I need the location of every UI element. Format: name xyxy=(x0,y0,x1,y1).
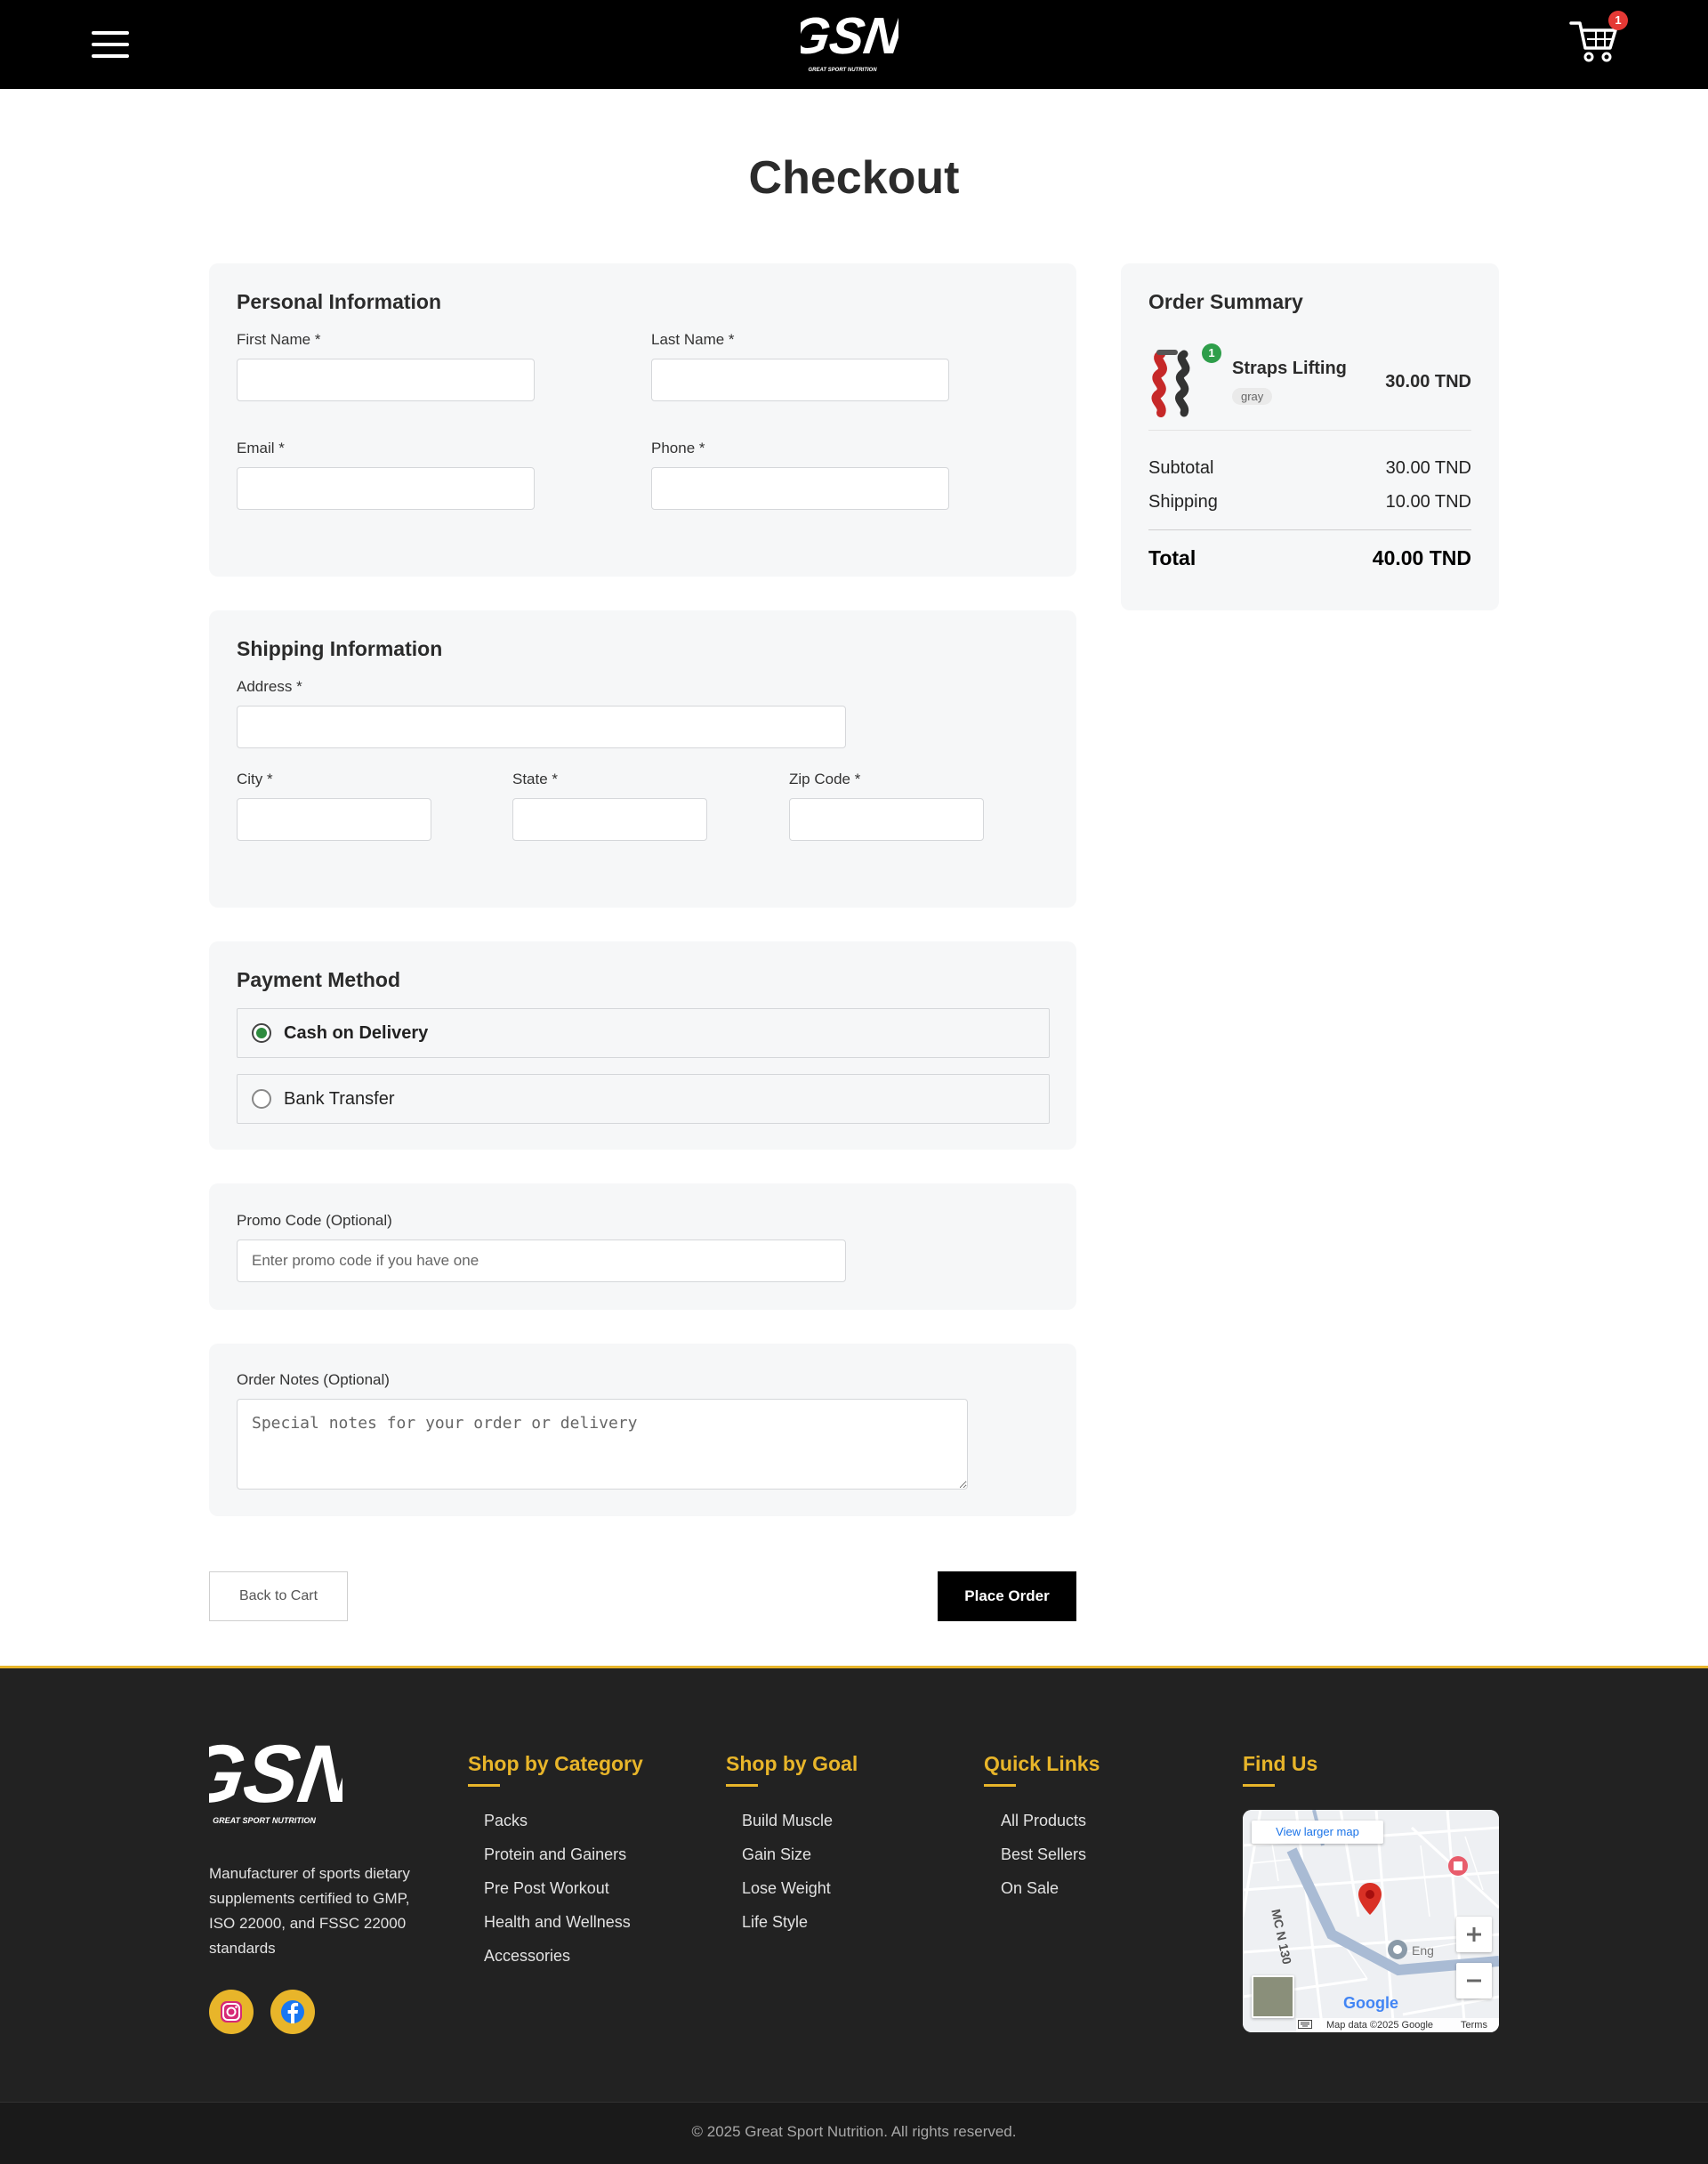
footer-link[interactable]: Protein and Gainers xyxy=(484,1845,626,1864)
copyright-text: © 2025 Great Sport Nutrition. All rights… xyxy=(691,2123,1017,2140)
summary-divider xyxy=(1148,430,1471,431)
svg-text:GSN: GSN xyxy=(801,9,898,65)
city-field[interactable] xyxy=(237,798,431,841)
footer-link[interactable]: Packs xyxy=(484,1812,528,1830)
radio-selected-icon[interactable] xyxy=(252,1023,271,1043)
plus-icon xyxy=(1467,1927,1481,1942)
footer-link[interactable]: Accessories xyxy=(484,1947,570,1966)
footer-brand-logo[interactable]: GSN GREAT SPORT NUTRITION xyxy=(209,1731,342,1827)
phone-label: Phone * xyxy=(651,440,705,456)
summary-divider xyxy=(1148,529,1471,530)
personal-info-title: Personal Information xyxy=(237,290,442,313)
svg-text:GREAT SPORT NUTRITION: GREAT SPORT NUTRITION xyxy=(808,68,877,73)
heading-underline xyxy=(726,1784,758,1787)
email-label: Email * xyxy=(237,440,285,456)
payment-option-cash-on-delivery[interactable]: Cash on Delivery xyxy=(237,1008,1050,1058)
first-name-label: First Name * xyxy=(237,331,321,348)
footer-description: Manufacturer of sports dietary supplemen… xyxy=(209,1865,410,1957)
footer-heading-category: Shop by Category xyxy=(468,1752,643,1775)
place-order-button[interactable]: Place Order xyxy=(938,1571,1076,1621)
address-field[interactable] xyxy=(237,706,846,748)
city-label: City * xyxy=(237,771,273,787)
order-notes-field[interactable] xyxy=(237,1399,968,1490)
svg-text:GSN: GSN xyxy=(209,1731,342,1820)
footer-link[interactable]: Health and Wellness xyxy=(484,1913,631,1932)
map-layer-toggle[interactable] xyxy=(1252,1975,1294,2018)
footer-link[interactable]: On Sale xyxy=(1001,1879,1059,1898)
embedded-map[interactable]: View larger map MC N 130 Eng Google Map … xyxy=(1243,1810,1499,2032)
google-logo: Google xyxy=(1343,1994,1398,2012)
order-notes-label: Order Notes (Optional) xyxy=(237,1371,390,1388)
map-terms-link[interactable]: Terms xyxy=(1461,2020,1487,2031)
state-field[interactable] xyxy=(512,798,707,841)
email-field[interactable] xyxy=(237,467,535,510)
keyboard-icon[interactable] xyxy=(1298,2020,1312,2029)
last-name-label: Last Name * xyxy=(651,331,735,348)
promo-code-field[interactable] xyxy=(237,1239,846,1282)
cart-count-badge: 1 xyxy=(1608,11,1628,30)
footer-heading-quick-links: Quick Links xyxy=(984,1752,1100,1775)
total-label: Total xyxy=(1148,546,1196,569)
payment-option-label: Bank Transfer xyxy=(284,1089,395,1109)
map-attribution: Map data ©2025 Google xyxy=(1326,2020,1434,2031)
total-value: 40.00 TND xyxy=(1372,546,1471,569)
svg-text:GREAT SPORT NUTRITION: GREAT SPORT NUTRITION xyxy=(213,1816,316,1825)
last-name-field[interactable] xyxy=(651,359,949,401)
map-place-icon xyxy=(1388,1940,1407,1959)
shipping-info-title: Shipping Information xyxy=(237,637,443,660)
heading-underline xyxy=(468,1784,500,1787)
top-navbar: GSN GREAT SPORT NUTRITION 1 xyxy=(0,0,1708,89)
zoom-in-button[interactable] xyxy=(1456,1917,1492,1952)
subtotal-value: 30.00 TND xyxy=(1385,458,1471,478)
order-summary-title: Order Summary xyxy=(1148,290,1303,313)
facebook-icon[interactable] xyxy=(270,1990,315,2034)
first-name-field[interactable] xyxy=(237,359,535,401)
payment-option-label: Cash on Delivery xyxy=(284,1023,429,1043)
address-label: Address * xyxy=(237,678,302,695)
zip-code-field[interactable] xyxy=(789,798,984,841)
item-price: 30.00 TND xyxy=(1385,372,1471,392)
state-label: State * xyxy=(512,771,559,787)
footer-link[interactable]: Gain Size xyxy=(742,1845,811,1864)
map-pin-icon xyxy=(1358,1883,1382,1915)
heading-underline xyxy=(1243,1784,1275,1787)
item-name: Straps Lifting xyxy=(1232,359,1347,378)
view-larger-map-link[interactable]: View larger map xyxy=(1252,1821,1383,1844)
footer-link[interactable]: Pre Post Workout xyxy=(484,1879,609,1898)
footer-link[interactable]: All Products xyxy=(1001,1812,1086,1830)
footer-link[interactable]: Build Muscle xyxy=(742,1812,833,1830)
item-quantity-badge: 1 xyxy=(1202,343,1221,363)
zoom-out-button[interactable] xyxy=(1456,1963,1492,1998)
payment-method-title: Payment Method xyxy=(237,968,401,991)
instagram-icon[interactable] xyxy=(209,1990,254,2034)
map-place-label: Eng xyxy=(1412,1943,1434,1958)
menu-icon[interactable] xyxy=(92,31,129,58)
map-landmark-icon xyxy=(1448,1856,1468,1876)
footer-link[interactable]: Best Sellers xyxy=(1001,1845,1086,1864)
item-variant-badge: gray xyxy=(1232,388,1273,405)
page-title: Checkout xyxy=(748,152,960,204)
footer-link[interactable]: Lose Weight xyxy=(742,1879,831,1898)
footer-heading-find-us: Find Us xyxy=(1243,1752,1318,1775)
footer-link[interactable]: Life Style xyxy=(742,1913,808,1932)
promo-code-label: Promo Code (Optional) xyxy=(237,1212,392,1229)
radio-unselected-icon[interactable] xyxy=(252,1089,271,1109)
brand-logo[interactable]: GSN GREAT SPORT NUTRITION xyxy=(801,9,898,75)
phone-field[interactable] xyxy=(651,467,949,510)
payment-option-bank-transfer[interactable]: Bank Transfer xyxy=(237,1074,1050,1124)
minus-icon xyxy=(1467,1979,1481,1982)
footer-heading-goal: Shop by Goal xyxy=(726,1752,858,1775)
heading-underline xyxy=(984,1784,1016,1787)
zip-code-label: Zip Code * xyxy=(789,771,861,787)
shipping-value: 10.00 TND xyxy=(1385,492,1471,512)
shipping-label: Shipping xyxy=(1148,492,1218,512)
back-to-cart-button[interactable]: Back to Cart xyxy=(209,1571,348,1621)
subtotal-label: Subtotal xyxy=(1148,458,1214,478)
